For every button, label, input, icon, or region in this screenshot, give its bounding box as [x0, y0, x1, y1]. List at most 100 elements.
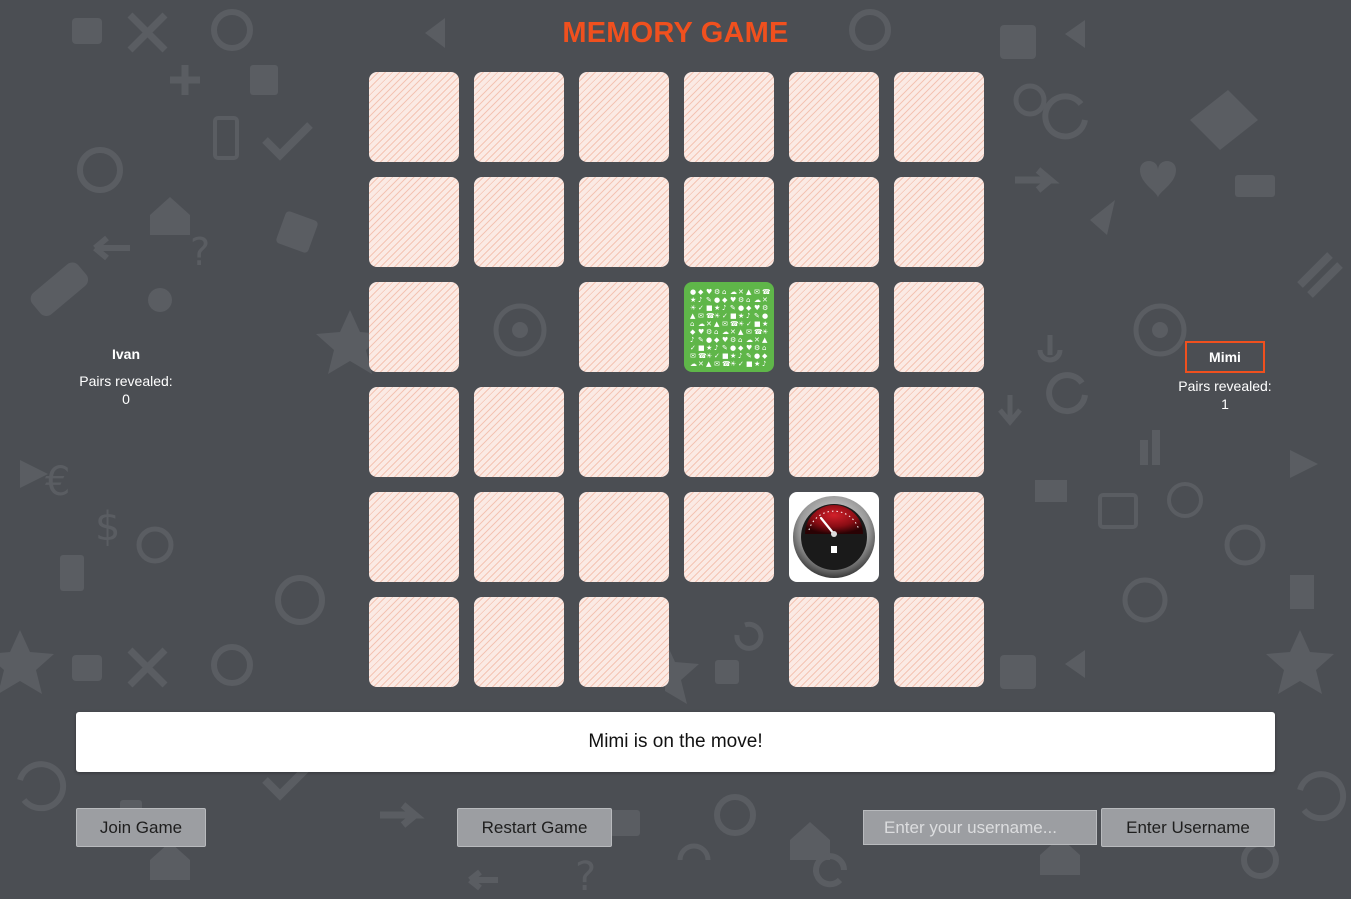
svg-text:●: ●: [738, 304, 744, 312]
fuel-gauge-icon: [793, 496, 875, 578]
svg-text:?: ?: [575, 854, 596, 899]
player-pairs-revealed: Pairs revealed: 0: [79, 373, 173, 407]
svg-text:✓: ✓: [690, 344, 696, 352]
svg-text:●: ●: [714, 296, 720, 304]
svg-text:◆: ◆: [762, 352, 768, 360]
svg-text:?: ?: [190, 230, 210, 274]
svg-text:●: ●: [754, 352, 760, 360]
svg-text:⌂: ⌂: [738, 336, 742, 344]
memory-card-facedown[interactable]: [789, 72, 879, 162]
player-panel-right: Mimi Pairs revealed: 1: [1175, 341, 1275, 413]
svg-text:☁: ☁: [698, 320, 705, 328]
svg-text:☁: ☁: [722, 328, 729, 336]
svg-text:⌂: ⌂: [690, 320, 694, 328]
memory-card-facedown[interactable]: [369, 177, 459, 267]
svg-text:✕: ✕: [754, 336, 760, 344]
memory-card-facedown[interactable]: [894, 492, 984, 582]
memory-card-icons-grid[interactable]: ● ◆ ♥ ⚙ ⌂ ☁ ✕ ▲ ✉ ☎ ★ ♪ ✎ ● ◆ ♥ ⚙ ⌂ ☁ ✕ ☀ ✓ ■ ★ ♪ ✎ ● ◆ ♥ ⚙ ▲ ✉ ☎ ☀ ✓ ■ ★ ♪ ✎ ●…: [684, 282, 774, 372]
svg-text:⚙: ⚙: [738, 296, 744, 304]
svg-text:♥: ♥: [722, 336, 728, 344]
svg-text:✕: ✕: [730, 328, 736, 336]
svg-text:✉: ✉: [714, 360, 720, 368]
memory-card-facedown[interactable]: [579, 72, 669, 162]
svg-text:◆: ◆: [714, 336, 720, 344]
memory-card-facedown[interactable]: [684, 387, 774, 477]
svg-text:♪: ♪: [722, 304, 726, 312]
svg-text:☁: ☁: [690, 360, 697, 368]
svg-text:☁: ☁: [730, 288, 737, 296]
svg-text:⌂: ⌂: [722, 288, 726, 296]
player-name-active: Mimi: [1185, 341, 1265, 373]
username-input[interactable]: [863, 810, 1097, 845]
svg-text:♥: ♥: [706, 288, 712, 296]
svg-text:●: ●: [762, 312, 768, 320]
svg-text:⚙: ⚙: [762, 304, 768, 312]
svg-text:✕: ✕: [738, 288, 744, 296]
memory-card-facedown[interactable]: [894, 597, 984, 687]
memory-card-facedown[interactable]: [474, 177, 564, 267]
memory-card-facedown[interactable]: [894, 177, 984, 267]
memory-card-facedown[interactable]: [684, 177, 774, 267]
svg-text:★: ★: [730, 352, 736, 360]
memory-card-facedown[interactable]: [894, 387, 984, 477]
svg-text:✎: ✎: [698, 336, 704, 344]
memory-card-facedown[interactable]: [369, 597, 459, 687]
memory-card-facedown[interactable]: [474, 387, 564, 477]
svg-text:♥: ♥: [730, 296, 736, 304]
svg-text:☁: ☁: [754, 296, 761, 304]
svg-text:✓: ✓: [738, 360, 744, 368]
memory-card-facedown[interactable]: [369, 492, 459, 582]
game-title: MEMORY GAME: [562, 17, 789, 49]
memory-card-facedown[interactable]: [684, 72, 774, 162]
svg-text:♥: ♥: [698, 328, 704, 336]
svg-text:✎: ✎: [754, 312, 760, 320]
memory-card-facedown[interactable]: [369, 72, 459, 162]
memory-card-facedown[interactable]: [579, 177, 669, 267]
svg-text:⌂: ⌂: [746, 296, 750, 304]
memory-card-facedown[interactable]: [474, 72, 564, 162]
svg-text:●: ●: [706, 336, 712, 344]
svg-text:⚙: ⚙: [714, 288, 720, 296]
svg-text:✎: ✎: [746, 352, 752, 360]
svg-text:☁: ☁: [746, 336, 753, 344]
svg-text:✓: ✓: [722, 312, 728, 320]
svg-text:◆: ◆: [722, 296, 728, 304]
memory-card-facedown[interactable]: [579, 282, 669, 372]
memory-card-facedown[interactable]: [789, 177, 879, 267]
memory-card-facedown[interactable]: [369, 387, 459, 477]
memory-card-facedown[interactable]: [684, 492, 774, 582]
memory-card-facedown[interactable]: [474, 597, 564, 687]
memory-card-fuel-gauge[interactable]: [789, 492, 879, 582]
memory-card-facedown[interactable]: [474, 492, 564, 582]
svg-text:▲: ▲: [738, 328, 744, 336]
memory-card-facedown[interactable]: [369, 282, 459, 372]
svg-text:✓: ✓: [746, 320, 752, 328]
memory-card-facedown[interactable]: [579, 387, 669, 477]
svg-text:♪: ♪: [746, 312, 750, 320]
svg-text:☀: ☀: [690, 304, 696, 312]
svg-text:♪: ♪: [738, 352, 742, 360]
svg-text:■: ■: [754, 320, 761, 328]
svg-text:✎: ✎: [722, 344, 728, 352]
svg-text:☀: ☀: [738, 320, 744, 328]
memory-card-facedown[interactable]: [789, 597, 879, 687]
svg-text:▲: ▲: [746, 288, 752, 296]
svg-text:▲: ▲: [762, 336, 768, 344]
memory-card-facedown[interactable]: [894, 282, 984, 372]
svg-text:★: ★: [714, 304, 720, 312]
svg-text:$: $: [95, 504, 120, 550]
enter-username-button[interactable]: Enter Username: [1101, 808, 1275, 847]
restart-game-button[interactable]: Restart Game: [457, 808, 612, 847]
memory-card-facedown[interactable]: [894, 72, 984, 162]
svg-text:♥: ♥: [754, 304, 760, 312]
svg-text:■: ■: [730, 312, 737, 320]
join-game-button[interactable]: Join Game: [76, 808, 206, 847]
memory-card-facedown[interactable]: [579, 492, 669, 582]
memory-card-facedown[interactable]: [579, 597, 669, 687]
memory-card-facedown[interactable]: [789, 387, 879, 477]
svg-text:●: ●: [690, 288, 696, 296]
svg-text:◆: ◆: [746, 304, 752, 312]
svg-text:♪: ♪: [690, 336, 694, 344]
svg-text:★: ★: [762, 320, 768, 328]
memory-card-facedown[interactable]: [789, 282, 879, 372]
